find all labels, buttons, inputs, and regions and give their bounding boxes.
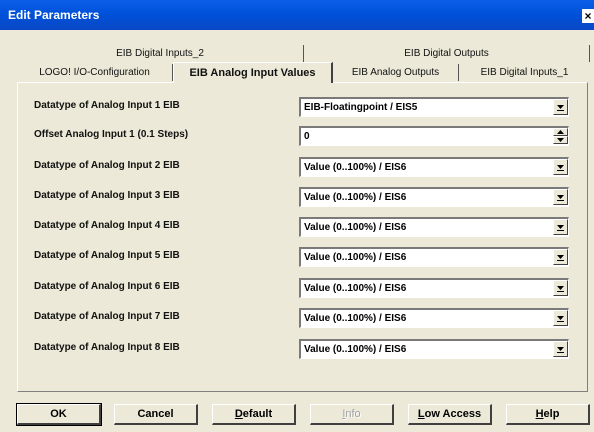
cancel-button[interactable]: Cancel: [114, 404, 198, 425]
dropdown-arrow-icon[interactable]: [553, 341, 568, 357]
param-label: Datatype of Analog Input 7 EIB: [34, 311, 180, 322]
tab-row-back: EIB Digital Inputs_2 EIB Digital Outputs: [17, 45, 590, 63]
dropdown-arrow-icon[interactable]: [553, 249, 568, 265]
param-label: Datatype of Analog Input 4 EIB: [34, 220, 180, 231]
button-label-part: Cancel: [137, 408, 174, 420]
datatype-dropdown[interactable]: Value (0..100%) / EIS6: [299, 308, 569, 328]
datatype-dropdown[interactable]: Value (0..100%) / EIS6: [299, 247, 569, 267]
field-value: Value (0..100%) / EIS6: [304, 283, 407, 294]
button-label-part: nfo: [345, 408, 361, 420]
field-value: Value (0..100%) / EIS6: [304, 222, 407, 233]
spin-down-icon[interactable]: [553, 136, 568, 144]
dropdown-arrow-icon[interactable]: [553, 189, 568, 205]
dropdown-arrow-icon[interactable]: [553, 280, 568, 296]
spin-up-icon[interactable]: [553, 128, 568, 136]
button-label-part: OK: [50, 408, 67, 420]
field-value: EIB-Floatingpoint / EIS5: [304, 102, 418, 113]
tab-eib-analog-outputs[interactable]: EIB Analog Outputs: [333, 64, 459, 81]
datatype-dropdown[interactable]: Value (0..100%) / EIS6: [299, 157, 569, 177]
datatype-dropdown[interactable]: Value (0..100%) / EIS6: [299, 187, 569, 207]
tab-eib-digital-outputs[interactable]: EIB Digital Outputs: [304, 45, 590, 62]
field-value: Value (0..100%) / EIS6: [304, 313, 407, 324]
button-label-part: H: [535, 408, 544, 420]
help-button[interactable]: Help: [506, 404, 590, 425]
param-label: Datatype of Analog Input 3 EIB: [34, 190, 180, 201]
button-label-part: elp: [543, 408, 560, 420]
button-label-part: D: [234, 408, 243, 420]
dropdown-arrow-icon[interactable]: [553, 219, 568, 235]
datatype-dropdown[interactable]: Value (0..100%) / EIS6: [299, 217, 569, 237]
field-value: Value (0..100%) / EIS6: [304, 252, 407, 263]
tab-eib-analog-input-values[interactable]: EIB Analog Input Values: [173, 62, 333, 83]
param-label: Datatype of Analog Input 5 EIB: [34, 250, 180, 261]
field-value: 0: [304, 131, 310, 142]
param-label: Datatype of Analog Input 6 EIB: [34, 281, 180, 292]
datatype-dropdown[interactable]: Value (0..100%) / EIS6: [299, 278, 569, 298]
ok-button[interactable]: OK: [16, 403, 102, 426]
datatype-dropdown[interactable]: EIB-Floatingpoint / EIS5: [299, 97, 569, 117]
offset-spinner[interactable]: 0: [299, 126, 569, 146]
dropdown-arrow-icon[interactable]: [553, 99, 568, 115]
close-button[interactable]: ×: [582, 9, 594, 23]
default-button[interactable]: Default: [212, 404, 296, 425]
button-label-part: ow Access: [424, 408, 482, 420]
param-label: Datatype of Analog Input 1 EIB: [34, 100, 180, 111]
button-label-part: L: [417, 408, 425, 420]
field-value: Value (0..100%) / EIS6: [304, 192, 407, 203]
tab-eib-digital-inputs-2[interactable]: EIB Digital Inputs_2: [17, 45, 304, 62]
datatype-dropdown[interactable]: Value (0..100%) / EIS6: [299, 339, 569, 359]
tab-logo-io-configuration[interactable]: LOGO! I/O-Configuration: [17, 64, 173, 81]
tab-row-front: LOGO! I/O-Configuration EIB Analog Input…: [17, 62, 590, 83]
param-label: Datatype of Analog Input 8 EIB: [34, 342, 180, 353]
info-button[interactable]: Info: [310, 404, 394, 425]
title-bar: Edit Parameters ×: [0, 0, 594, 30]
param-label: Datatype of Analog Input 2 EIB: [34, 160, 180, 171]
button-label-part: efault: [242, 408, 273, 420]
param-label: Offset Analog Input 1 (0.1 Steps): [34, 129, 189, 140]
dropdown-arrow-icon[interactable]: [553, 310, 568, 326]
window-title: Edit Parameters: [8, 8, 100, 22]
field-value: Value (0..100%) / EIS6: [304, 162, 407, 173]
tab-eib-digital-inputs-1[interactable]: EIB Digital Inputs_1: [459, 64, 590, 81]
field-value: Value (0..100%) / EIS6: [304, 344, 407, 355]
dropdown-arrow-icon[interactable]: [553, 159, 568, 175]
low-access-button[interactable]: Low Access: [408, 404, 492, 425]
